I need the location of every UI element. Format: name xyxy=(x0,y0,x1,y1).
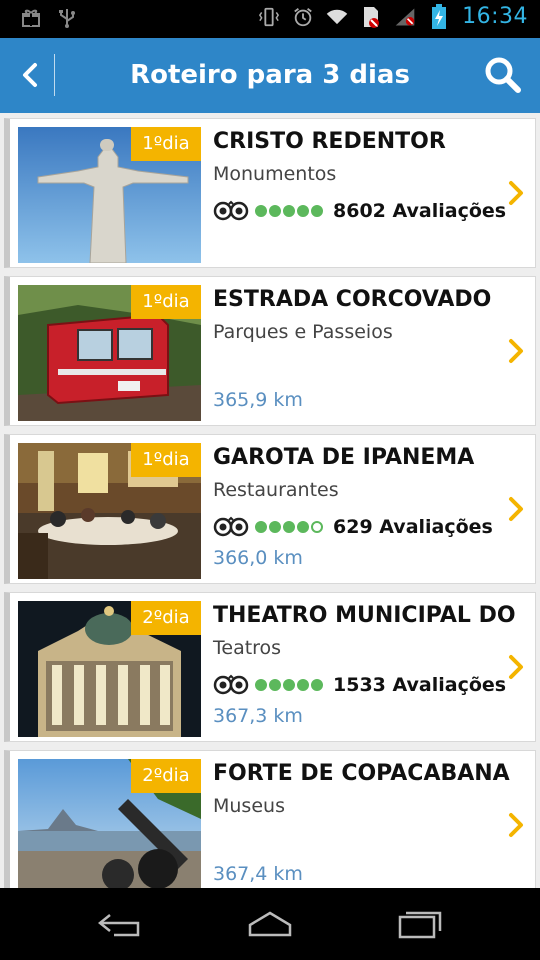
rating-dot xyxy=(255,521,267,533)
attraction-photo: 1ºdia xyxy=(18,285,201,421)
rating-dot xyxy=(283,205,295,217)
tripadvisor-owl-icon xyxy=(213,516,249,537)
rating-dot xyxy=(255,679,267,691)
action-bar-divider xyxy=(54,54,55,96)
attraction-category: Museus xyxy=(213,795,285,817)
attraction-category: Monumentos xyxy=(213,163,337,185)
no-sim-icon xyxy=(360,6,382,28)
rating-row: 8602 Avaliações xyxy=(213,200,506,222)
attraction-title: ESTRADA CORCOVADO xyxy=(213,287,492,312)
attraction-title: CRISTO REDENTOR xyxy=(213,129,446,154)
rating-dot xyxy=(311,521,323,533)
system-nav-bar xyxy=(0,888,540,960)
rating-dots xyxy=(255,679,323,691)
attraction-title: GAROTA DE IPANEMA xyxy=(213,445,475,470)
signal-icon xyxy=(394,6,416,28)
day-badge: 1ºdia xyxy=(131,443,201,477)
review-count: 1533 Avaliações xyxy=(333,674,507,696)
recents-nav-icon xyxy=(398,911,442,939)
attraction-photo: 2ºdia xyxy=(18,601,201,737)
rating-dot xyxy=(255,205,267,217)
distance: 365,9 km xyxy=(213,389,303,411)
chevron-left-icon xyxy=(23,63,37,87)
attraction-title: THEATRO MUNICIPAL DO ... xyxy=(213,603,523,628)
tripadvisor-owl-icon xyxy=(213,674,249,695)
day-badge: 2ºdia xyxy=(131,759,201,793)
usb-icon xyxy=(56,7,78,29)
chevron-right-icon xyxy=(509,497,523,521)
home-nav-button[interactable] xyxy=(240,906,300,942)
attraction-category: Parques e Passeios xyxy=(213,321,393,343)
rating-row: 1533 Avaliações xyxy=(213,674,506,696)
chevron-right-icon xyxy=(509,813,523,837)
distance: 367,4 km xyxy=(213,863,303,885)
rating-dot xyxy=(269,205,281,217)
attraction-photo: 1ºdia xyxy=(18,443,201,579)
day-badge: 2ºdia xyxy=(131,601,201,635)
alarm-icon xyxy=(292,6,314,28)
chevron-right-icon xyxy=(509,339,523,363)
status-bar: 16:34 xyxy=(0,0,540,38)
day-badge: 1ºdia xyxy=(131,127,201,161)
wifi-icon xyxy=(326,6,348,28)
list-item[interactable]: 1ºdia CRISTO REDENTOR Monumentos 8602 Av… xyxy=(4,118,536,268)
rating-dots xyxy=(255,521,323,533)
action-bar: Roteiro para 3 dias xyxy=(0,38,540,113)
back-button[interactable] xyxy=(8,52,52,98)
list-item[interactable]: 1ºdia ESTRADA CORCOVADO Parques e Passei… xyxy=(4,276,536,426)
rating-dot xyxy=(269,521,281,533)
tripadvisor-owl-icon xyxy=(213,200,249,221)
rating-dot xyxy=(297,521,309,533)
gift-icon xyxy=(20,7,42,29)
attraction-category: Teatros xyxy=(213,637,282,659)
list-item[interactable]: 2ºdia THEATRO MUNICIPAL DO ... Teatros 1… xyxy=(4,592,536,742)
rating-dot xyxy=(311,205,323,217)
rating-dot xyxy=(283,521,295,533)
rating-dots xyxy=(255,205,323,217)
day-badge: 1ºdia xyxy=(131,285,201,319)
itinerary-list: 1ºdia CRISTO REDENTOR Monumentos 8602 Av… xyxy=(0,113,540,888)
review-count: 8602 Avaliações xyxy=(333,200,507,222)
distance: 367,3 km xyxy=(213,705,303,727)
chevron-right-icon xyxy=(509,181,523,205)
chevron-right-icon xyxy=(509,655,523,679)
attraction-category: Restaurantes xyxy=(213,479,339,501)
vibrate-icon xyxy=(258,6,280,28)
attraction-title: FORTE DE COPACABANA xyxy=(213,761,510,786)
search-icon xyxy=(485,57,521,93)
home-nav-icon xyxy=(248,911,292,937)
battery-charging-icon xyxy=(428,3,450,29)
search-button[interactable] xyxy=(482,54,524,96)
back-nav-button[interactable] xyxy=(90,906,150,942)
status-time: 16:34 xyxy=(462,4,528,29)
attraction-photo: 1ºdia xyxy=(18,127,201,263)
list-item[interactable]: 1ºdia GAROTA DE IPANEMA Restaurantes 629… xyxy=(4,434,536,584)
rating-dot xyxy=(283,679,295,691)
attraction-photo: 2ºdia xyxy=(18,759,201,888)
distance: 366,0 km xyxy=(213,547,303,569)
rating-dot xyxy=(297,679,309,691)
review-count: 629 Avaliações xyxy=(333,516,493,538)
rating-dot xyxy=(269,679,281,691)
list-item[interactable]: 2ºdia FORTE DE COPACABANA Museus 367,4 k… xyxy=(4,750,536,888)
back-nav-icon xyxy=(97,914,140,937)
recents-nav-button[interactable] xyxy=(390,906,450,942)
rating-row: 629 Avaliações xyxy=(213,516,493,538)
rating-dot xyxy=(297,205,309,217)
page-title: Roteiro para 3 dias xyxy=(130,60,410,90)
rating-dot xyxy=(311,679,323,691)
